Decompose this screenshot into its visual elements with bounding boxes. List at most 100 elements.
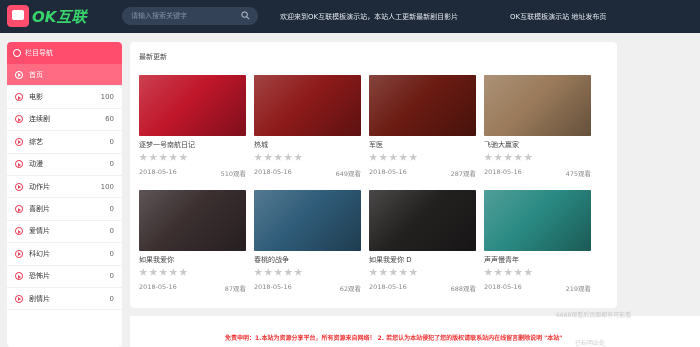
video-date: 2018-05-16 <box>139 282 177 291</box>
rating-star-icon <box>139 268 148 276</box>
video-thumbnail[interactable] <box>369 75 476 136</box>
rating-star-icon <box>169 153 178 161</box>
sidebar-item-label: 动作片 <box>29 182 50 191</box>
video-title[interactable]: 军医 <box>369 140 476 150</box>
video-meta: 2018-05-16 219观看 <box>484 283 591 293</box>
rating-star-icon <box>284 153 293 161</box>
rating-star-icon <box>254 153 263 161</box>
video-thumbnail[interactable] <box>369 190 476 251</box>
video-thumbnail[interactable] <box>484 190 591 251</box>
faded-text-1: 6688观看后页面都有可能看 <box>556 312 632 319</box>
rating-star-icon <box>264 268 273 276</box>
rating-stars <box>484 268 591 277</box>
video-meta: 2018-05-16 475观看 <box>484 168 591 178</box>
rating-stars <box>254 268 361 277</box>
rating-stars <box>139 153 246 162</box>
rating-star-icon <box>179 153 188 161</box>
video-thumbnail[interactable] <box>254 75 361 136</box>
rating-star-icon <box>274 153 283 161</box>
video-thumbnail[interactable] <box>139 190 246 251</box>
rating-star-icon <box>399 268 408 276</box>
video-card[interactable]: 声声慢青年 2018-05-16 219观看 <box>484 190 591 293</box>
sidebar-item[interactable]: 连续剧 60 <box>7 108 122 132</box>
sidebar-item[interactable]: 剧情片 0 <box>7 287 122 311</box>
search-box <box>122 7 258 25</box>
video-card[interactable]: 如果我爱你 2018-05-16 87观看 <box>139 190 246 293</box>
video-title[interactable]: 飞驰大赢家 <box>484 140 591 150</box>
rating-star-icon <box>494 153 503 161</box>
video-date: 2018-05-16 <box>139 167 177 176</box>
sidebar-item[interactable]: 综艺 0 <box>7 131 122 154</box>
disclaimer-text: 免责申明：1.本站为资源分享平台，所有资源来自网络！ 2. 若您认为本站侵犯了您… <box>225 335 563 342</box>
play-circle-icon <box>15 227 23 236</box>
rating-stars <box>369 153 476 162</box>
demo-link[interactable]: OK互联模板演示站 地址发布页 <box>510 12 606 22</box>
rating-star-icon <box>504 153 513 161</box>
sidebar-item-count: 0 <box>109 205 114 214</box>
video-title[interactable]: 如果我爱你 D <box>369 255 476 265</box>
rating-star-icon <box>399 153 408 161</box>
sidebar-item-count: 0 <box>109 294 114 303</box>
rating-star-icon <box>294 153 303 161</box>
sidebar-item-label: 首页 <box>29 70 43 79</box>
video-meta: 2018-05-16 649观看 <box>254 168 361 178</box>
sidebar-item[interactable]: 首页 <box>7 64 122 87</box>
rating-star-icon <box>294 268 303 276</box>
sidebar-item[interactable]: 喜剧片 0 <box>7 198 122 221</box>
video-date: 2018-05-16 <box>254 282 292 291</box>
sidebar-title-label: 栏目导航 <box>25 49 53 57</box>
video-views: 87观看 <box>224 284 246 293</box>
video-date: 2018-05-16 <box>484 167 522 176</box>
rating-star-icon <box>409 153 418 161</box>
sidebar-item[interactable]: 恐怖片 0 <box>7 265 122 288</box>
play-circle-icon <box>15 115 23 124</box>
video-views: 510观看 <box>220 169 246 178</box>
rating-star-icon <box>149 268 158 276</box>
sidebar-item[interactable]: 爱情片 0 <box>7 220 122 244</box>
sidebar-item-label: 喜剧片 <box>29 205 50 214</box>
video-card[interactable]: 春桃的战争 2018-05-16 62观看 <box>254 190 361 293</box>
home-icon <box>13 49 21 57</box>
sidebar-item-label: 爱情片 <box>29 227 50 236</box>
video-title[interactable]: 如果我爱你 <box>139 255 246 265</box>
video-views: 475观看 <box>565 169 591 178</box>
rating-star-icon <box>139 153 148 161</box>
video-card[interactable]: 逐梦一号南航日记 2018-05-16 510观看 <box>139 75 246 178</box>
video-title[interactable]: 逐梦一号南航日记 <box>139 140 246 150</box>
latest-updates-panel: 最新更新 逐梦一号南航日记 2018-05-16 510观看 热城 2018-05-16… <box>130 42 617 308</box>
video-card[interactable]: 热城 2018-05-16 649观看 <box>254 75 361 178</box>
video-title[interactable]: 春桃的战争 <box>254 255 361 265</box>
sidebar-item-label: 综艺 <box>29 137 43 146</box>
search-icon[interactable] <box>241 11 250 20</box>
sidebar-item-label: 动漫 <box>29 160 43 169</box>
video-views: 219观看 <box>565 284 591 293</box>
play-circle-icon <box>15 272 23 281</box>
video-thumbnail[interactable] <box>484 75 591 136</box>
video-title[interactable]: 热城 <box>254 140 361 150</box>
search-input[interactable] <box>131 12 231 20</box>
sidebar-item[interactable]: 科幻片 0 <box>7 243 122 266</box>
rating-star-icon <box>514 153 523 161</box>
sidebar-item[interactable]: 动作片 100 <box>7 175 122 199</box>
rating-star-icon <box>484 268 493 276</box>
site-logo[interactable]: OK互联 <box>7 5 89 27</box>
rating-star-icon <box>504 268 513 276</box>
rating-star-icon <box>514 268 523 276</box>
rating-star-icon <box>274 268 283 276</box>
video-card[interactable]: 军医 2018-05-16 287观看 <box>369 75 476 178</box>
video-card[interactable]: 飞驰大赢家 2018-05-16 475观看 <box>484 75 591 178</box>
sidebar-item[interactable]: 电影 100 <box>7 86 122 109</box>
section-title: 最新更新 <box>139 53 167 61</box>
logo-icon <box>7 5 29 27</box>
video-meta: 2018-05-16 510观看 <box>139 168 246 178</box>
video-meta: 2018-05-16 287观看 <box>369 168 476 178</box>
video-meta: 2018-05-16 87观看 <box>139 283 246 293</box>
rating-star-icon <box>169 268 178 276</box>
play-circle-icon <box>15 93 23 102</box>
video-thumbnail[interactable] <box>254 190 361 251</box>
video-title[interactable]: 声声慢青年 <box>484 255 591 265</box>
video-views: 287观看 <box>450 169 476 178</box>
video-card[interactable]: 如果我爱你 D 2018-05-16 688观看 <box>369 190 476 293</box>
video-thumbnail[interactable] <box>139 75 246 136</box>
sidebar-item[interactable]: 动漫 0 <box>7 153 122 176</box>
